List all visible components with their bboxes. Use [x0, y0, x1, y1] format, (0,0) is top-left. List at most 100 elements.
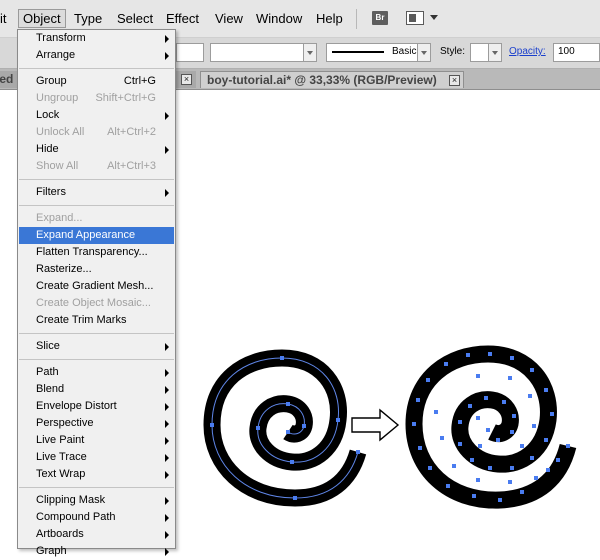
menu-item-label: Live Paint	[36, 434, 85, 446]
menu-item-envelope-distort[interactable]: Envelope Distort	[19, 398, 174, 415]
object-menu: Transform Arrange Group Ctrl+G Ungroup Shift+…	[17, 29, 176, 557]
submenu-arrow-icon	[165, 514, 169, 522]
canvas-artwork	[190, 340, 590, 553]
menu-item-clipping-mask[interactable]: Clipping Mask	[19, 492, 174, 509]
stroke-style-dropdown[interactable]	[417, 43, 431, 62]
menu-item-label: Flatten Transparency...	[36, 246, 148, 258]
spiral-stroked[interactable]	[203, 349, 367, 507]
submenu-arrow-icon	[165, 437, 169, 445]
menu-item-label: Blend	[36, 383, 65, 395]
menu-item-label: Slice	[36, 340, 60, 352]
menu-item-path[interactable]: Path	[19, 364, 174, 381]
menu-item-create-trim-marks[interactable]: Create Trim Marks	[19, 312, 174, 329]
menu-item-label: Artboards	[36, 528, 84, 540]
spiral-artwork	[203, 345, 577, 509]
menu-item-show-all[interactable]: Show All Alt+Ctrl+3	[19, 158, 174, 175]
menu-item-slice[interactable]: Slice	[19, 338, 174, 355]
menu-item-text-wrap[interactable]: Text Wrap	[19, 466, 174, 483]
menu-item-label: Live Trace	[36, 451, 87, 463]
menu-item-label: Text Wrap	[36, 468, 86, 480]
menu-item-label: Unlock All	[36, 126, 85, 138]
menu-item-create-gradient-mesh[interactable]: Create Gradient Mesh...	[19, 278, 174, 295]
menu-item-label: Show All	[36, 160, 79, 172]
menu-item-label: Perspective	[36, 417, 94, 429]
submenu-arrow-icon	[165, 146, 169, 154]
menu-item-live-trace[interactable]: Live Trace	[19, 449, 174, 466]
menu-item-unlock-all[interactable]: Unlock All Alt+Ctrl+2	[19, 124, 174, 141]
menu-item-label: Filters	[36, 186, 66, 198]
opacity-link[interactable]: Opacity:	[509, 46, 546, 57]
menu-item-create-object-mosaic[interactable]: Create Object Mosaic...	[19, 295, 174, 312]
menu-edit[interactable]: it	[0, 10, 11, 27]
fill-field[interactable]	[176, 43, 204, 62]
menu-item-ungroup[interactable]: Ungroup Shift+Ctrl+G	[19, 90, 174, 107]
graphic-style-dropdown[interactable]	[488, 43, 502, 62]
menu-separator	[19, 359, 174, 360]
submenu-arrow-icon	[165, 369, 169, 377]
menu-item-label: Create Object Mosaic...	[36, 297, 151, 309]
menu-item-rasterize[interactable]: Rasterize...	[19, 261, 174, 278]
submenu-arrow-icon	[165, 454, 169, 462]
submenu-arrow-icon	[165, 497, 169, 505]
menu-item-label: Transform	[36, 32, 86, 44]
menu-item-arrange[interactable]: Arrange	[19, 47, 174, 64]
menu-item-label: Lock	[36, 109, 60, 121]
menu-separator	[19, 205, 174, 206]
submenu-arrow-icon	[165, 548, 169, 556]
submenu-arrow-icon	[165, 531, 169, 539]
menu-item-compound-path[interactable]: Compound Path	[19, 509, 174, 526]
menu-item-live-paint[interactable]: Live Paint	[19, 432, 174, 449]
stroke-weight-field[interactable]	[210, 43, 305, 62]
menu-item-label: Envelope Distort	[36, 400, 117, 412]
menu-item-shortcut: Shift+Ctrl+G	[95, 92, 156, 104]
menu-item-graph[interactable]: Graph	[19, 543, 174, 560]
menu-view[interactable]: View	[211, 10, 247, 27]
menu-item-filters[interactable]: Filters	[19, 184, 174, 201]
menu-type[interactable]: Type	[70, 10, 106, 27]
submenu-arrow-icon	[165, 112, 169, 120]
menu-item-lock[interactable]: Lock	[19, 107, 174, 124]
arrow-right-icon	[351, 408, 400, 442]
menu-item-flatten-transparency[interactable]: Flatten Transparency...	[19, 244, 174, 261]
workspace-icon[interactable]	[406, 11, 424, 25]
menu-item-label: Create Gradient Mesh...	[36, 280, 154, 292]
menu-item-hide[interactable]: Hide	[19, 141, 174, 158]
menu-item-label: Compound Path	[36, 511, 116, 523]
menu-object[interactable]: Object	[18, 9, 66, 28]
close-icon[interactable]: ×	[181, 74, 192, 85]
menu-item-label: Graph	[36, 545, 67, 557]
menu-item-label: Group	[36, 75, 67, 87]
graphic-style-field[interactable]	[470, 43, 490, 62]
menu-window[interactable]: Window	[252, 10, 306, 27]
menu-item-label: Hide	[36, 143, 59, 155]
menubar-divider	[356, 9, 357, 29]
menu-item-expand[interactable]: Expand...	[19, 210, 174, 227]
menu-effect[interactable]: Effect	[162, 10, 203, 27]
menu-separator	[19, 68, 174, 69]
spiral-expanded[interactable]	[405, 345, 577, 509]
menu-item-artboards[interactable]: Artboards	[19, 526, 174, 543]
menu-item-expand-appearance[interactable]: Expand Appearance	[19, 227, 174, 244]
opacity-input[interactable]: 100	[553, 43, 600, 62]
workspace-dropdown-arrow[interactable]	[430, 15, 438, 20]
bridge-icon[interactable]: Br	[372, 11, 388, 25]
stroke-preview	[332, 51, 384, 53]
submenu-arrow-icon	[165, 403, 169, 411]
menu-help[interactable]: Help	[312, 10, 347, 27]
menu-select[interactable]: Select	[113, 10, 157, 27]
submenu-arrow-icon	[165, 343, 169, 351]
submenu-arrow-icon	[165, 189, 169, 197]
tab-boy-tutorial[interactable]: boy-tutorial.ai* @ 33,33% (RGB/Preview) …	[200, 71, 464, 88]
menu-separator	[19, 179, 174, 180]
stroke-weight-dropdown[interactable]	[303, 43, 317, 62]
menu-item-label: Expand...	[36, 212, 83, 224]
submenu-arrow-icon	[165, 386, 169, 394]
submenu-arrow-icon	[165, 52, 169, 60]
style-label: Style:	[440, 46, 466, 57]
menu-item-perspective[interactable]: Perspective	[19, 415, 174, 432]
menu-item-transform[interactable]: Transform	[19, 30, 174, 47]
menu-item-group[interactable]: Group Ctrl+G	[19, 73, 174, 90]
menu-item-label: Ungroup	[36, 92, 79, 104]
menu-item-blend[interactable]: Blend	[19, 381, 174, 398]
close-icon[interactable]: ×	[449, 75, 460, 86]
